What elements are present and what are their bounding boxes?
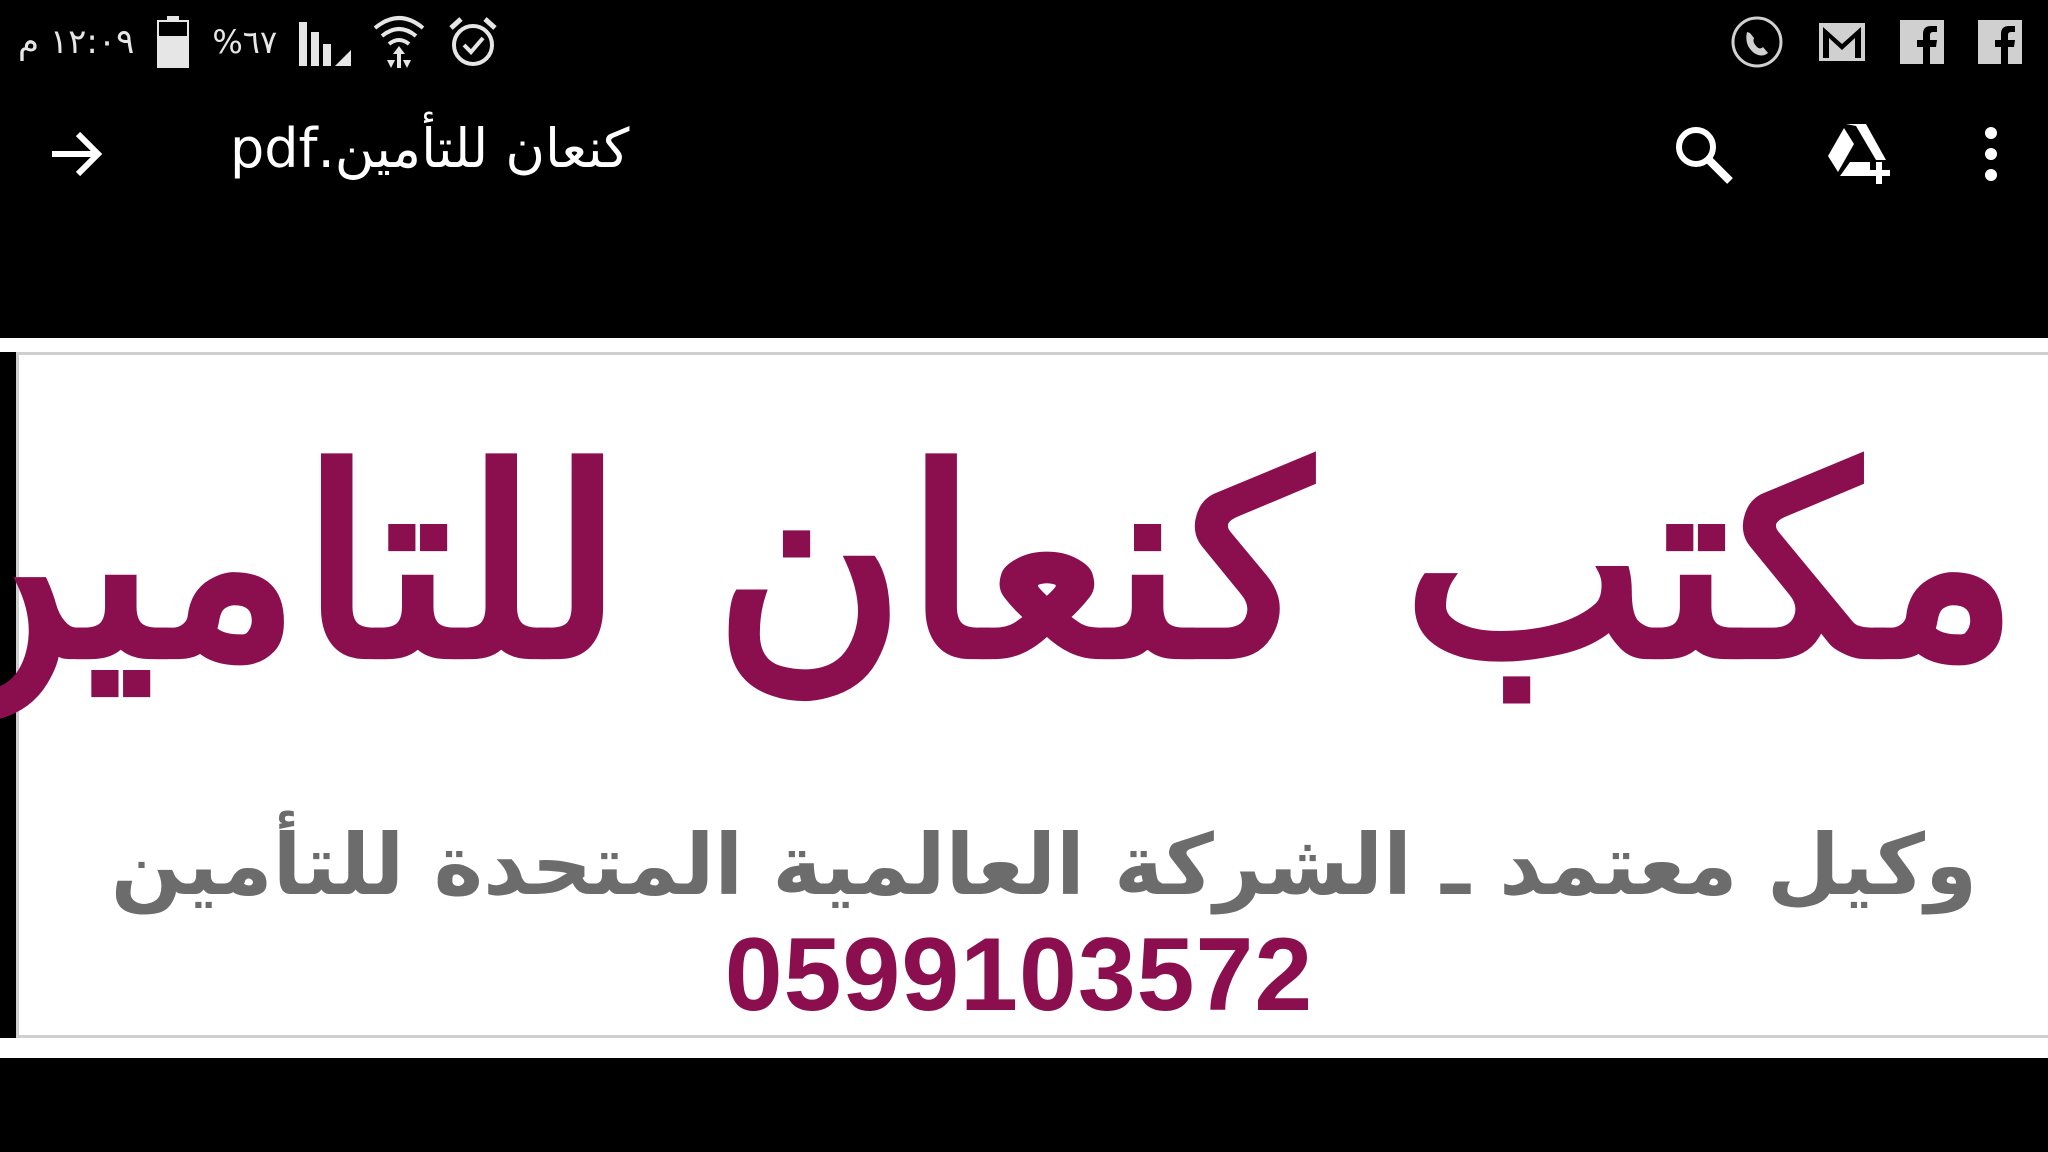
document-subline: وكيل معتمد ـ الشركة العالمية المتحدة للت… [110,816,1978,914]
document-headline: مكتب كنعان للتامين [0,412,2019,717]
page-edge-top [0,338,2048,352]
status-time: ١٢:٠٩ م [18,22,135,62]
arrow-right-icon[interactable] [46,124,106,184]
status-bar-left: ١٢:٠٩ م %٦٧ [18,10,499,74]
gmail-icon [1818,22,1866,62]
document-title: كنعان للتأمين.pdf [230,117,630,180]
status-bar: ١٢:٠٩ م %٦٧ [0,0,2048,84]
more-vert-icon[interactable] [1984,126,1998,182]
facebook-icon [1900,20,1944,64]
app-bar-actions [1672,122,1998,186]
status-bar-right [1730,12,2022,72]
alarm-icon [447,16,499,68]
phone-call-icon [1730,15,1784,69]
drive-add-icon[interactable] [1824,122,1894,186]
wifi-icon [373,14,425,70]
signal-icon [299,18,352,66]
screen: ١٢:٠٩ م %٦٧ كنعان للتأمين.pdf مكتب كنعان… [0,0,2048,1152]
facebook-icon [1978,20,2022,64]
pdf-page[interactable]: مكتب كنعان للتامين وكيل معتمد ـ الشركة ا… [0,352,2048,1038]
page-edge-bottom [0,1038,2048,1058]
document-phone: 0599103572 [724,917,1314,1033]
search-icon[interactable] [1672,123,1734,185]
app-bar: كنعان للتأمين.pdf [0,84,2048,214]
battery-percent: %٦٧ [212,23,278,61]
battery-icon [156,16,190,68]
